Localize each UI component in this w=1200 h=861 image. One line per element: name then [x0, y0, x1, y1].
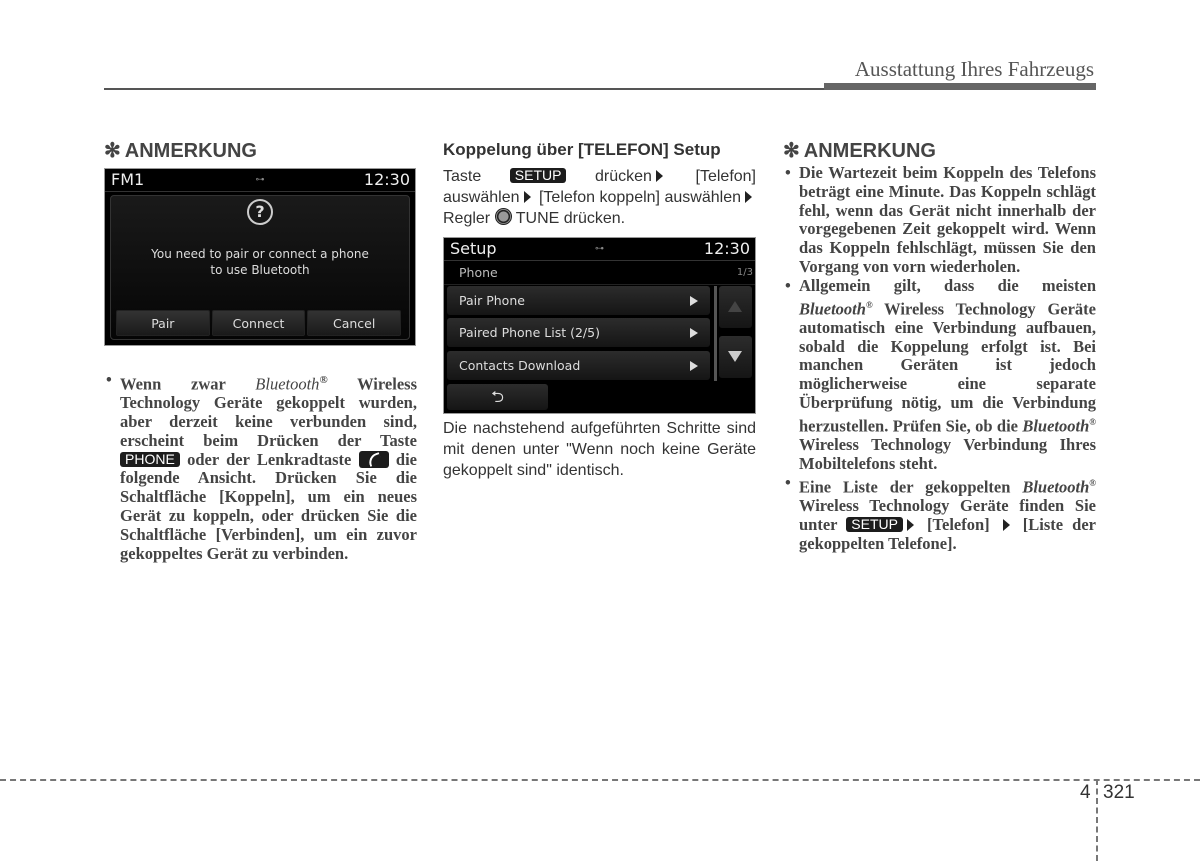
question-icon: ? — [247, 199, 273, 225]
page-indicator: 1/3 — [736, 267, 753, 278]
status-bar: FM1 ⊶ 12:30 — [105, 169, 415, 192]
text: TUNE drücken. — [511, 210, 626, 227]
header-rule — [104, 88, 824, 90]
setup-key-badge: SETUP — [509, 168, 567, 183]
header-rule-bar — [824, 83, 1096, 90]
text: Allgemein gilt, dass die meisten — [799, 275, 1096, 295]
play-arrow-icon — [690, 328, 698, 338]
column-right: ✻ANMERKUNG Die Wartezeit beim Koppeln de… — [783, 140, 1096, 553]
menu-item-pair-phone[interactable]: Pair Phone — [447, 286, 710, 315]
arrow-right-icon — [523, 191, 531, 203]
text: Taste — [443, 168, 510, 185]
bluetooth-text: Bluetooth — [1022, 416, 1090, 436]
clock: 12:30 — [363, 170, 410, 189]
note-heading: ✻ ANMERKUNG — [104, 140, 417, 162]
scroll-down-button[interactable] — [719, 336, 752, 378]
arrow-right-icon — [1002, 518, 1010, 531]
text: Regler — [443, 210, 495, 227]
phone-icon — [358, 450, 389, 468]
screen-title: Setup — [450, 239, 497, 258]
popup-message: You need to pair or connect a phone to u… — [111, 246, 409, 278]
menu-item-label: Contacts Download — [459, 358, 581, 373]
submenu-header: Phone 1/3 — [444, 261, 755, 285]
column-left: ✻ ANMERKUNG FM1 ⊶ 12:30 ? You need to pai… — [104, 140, 417, 563]
scroll-up-button[interactable] — [719, 286, 752, 328]
instructions: Taste SETUP drücken [Telefon] auswählen … — [443, 166, 756, 229]
arrow-right-icon — [906, 518, 914, 531]
text: Wireless Technology Geräte automatisch e… — [799, 299, 1096, 436]
popup-dialog: ? You need to pair or connect a phone to… — [110, 195, 410, 340]
pair-button[interactable]: Pair — [116, 310, 210, 336]
registered-mark: ® — [1089, 477, 1096, 488]
registered-mark: ® — [1089, 416, 1096, 427]
note-title: ANMERKUNG — [803, 140, 936, 162]
note-bullet: Eine Liste der gekoppelten Bluetooth® Wi… — [783, 474, 1096, 554]
usb-icon: ⊶ — [595, 244, 604, 254]
section-title: Ausstattung Ihres Fahrzeugs — [854, 57, 1094, 81]
footer-divider — [1096, 779, 1098, 861]
popup-buttons: Pair Connect Cancel — [116, 310, 402, 336]
clock: 12:30 — [703, 239, 750, 258]
bluetooth-text: Bluetooth — [1022, 477, 1090, 497]
text: drücken — [566, 168, 652, 185]
column-middle: Koppelung über [TELEFON] Setup Taste SET… — [443, 140, 756, 481]
message-line: You need to pair or connect a phone — [151, 247, 369, 261]
play-arrow-icon — [690, 361, 698, 371]
chapter-number: 4 — [1080, 782, 1091, 803]
note-bullet: Die Wartezeit beim Koppeln des Telefons … — [783, 163, 1096, 277]
menu-item-label: Paired Phone List (2/5) — [459, 325, 600, 340]
connect-button[interactable]: Connect — [211, 310, 306, 336]
asterisk-icon: ✻ — [783, 140, 800, 162]
tune-knob-icon — [494, 208, 512, 225]
status-bar: Setup ⊶ 12:30 — [444, 238, 755, 261]
note-bullet: Wenn zwar Bluetooth® Wireless Technology… — [104, 371, 417, 563]
phone-key-badge: PHONE — [120, 451, 180, 467]
submenu-title: Phone — [459, 265, 498, 280]
play-arrow-icon — [690, 296, 698, 306]
bluetooth-text: Bluetooth — [799, 299, 866, 319]
cancel-button[interactable]: Cancel — [307, 310, 402, 336]
section-heading: Koppelung über [TELEFON] Setup — [443, 140, 721, 159]
text: [Telefon] — [917, 514, 999, 534]
registered-mark: ® — [865, 299, 873, 310]
setup-phone-screen: Setup ⊶ 12:30 Phone 1/3 Pair Phone Paire… — [443, 237, 756, 414]
page-number: 321 — [1103, 782, 1135, 803]
text: Wenn zwar — [120, 374, 256, 394]
registered-mark: ® — [319, 374, 328, 386]
footer-rule — [0, 779, 1200, 781]
source-label: FM1 — [111, 170, 145, 189]
back-icon: ⮌ — [491, 387, 504, 406]
arrow-right-icon — [745, 191, 752, 203]
arrow-down-icon — [728, 351, 742, 362]
asterisk-icon: ✻ — [104, 140, 121, 162]
note-heading: ✻ ANMERKUNG — [783, 140, 1096, 162]
menu-item-contacts-download[interactable]: Contacts Download — [447, 351, 710, 380]
note-text: Die nachstehend aufgeführten Schritte si… — [443, 420, 756, 479]
text: Eine Liste der gekoppelten — [799, 477, 1023, 497]
text: oder der Lenkradtaste — [179, 449, 359, 469]
menu-item-label: Pair Phone — [459, 293, 525, 308]
bluetooth-prompt-screen: FM1 ⊶ 12:30 ? You need to pair or connec… — [104, 168, 416, 346]
message-line: to use Bluetooth — [210, 263, 310, 277]
setup-key-badge: SETUP — [846, 516, 903, 532]
note-title: ANMERKUNG — [124, 140, 257, 162]
note-bullet: Allgemein gilt, dass die meisten Bluetoo… — [783, 275, 1096, 474]
back-button[interactable]: ⮌ — [447, 384, 548, 410]
arrow-up-icon — [728, 301, 742, 312]
arrow-right-icon — [655, 170, 663, 182]
text: Wireless Technology Verbindung Ihres Mob… — [799, 435, 1096, 473]
text: [Telefon koppeln] auswählen — [534, 189, 741, 206]
scrollbar[interactable] — [714, 286, 717, 381]
bluetooth-text: Bluetooth — [255, 374, 320, 394]
usb-icon: ⊶ — [255, 175, 265, 185]
menu-item-paired-phone-list[interactable]: Paired Phone List (2/5) — [447, 318, 710, 347]
